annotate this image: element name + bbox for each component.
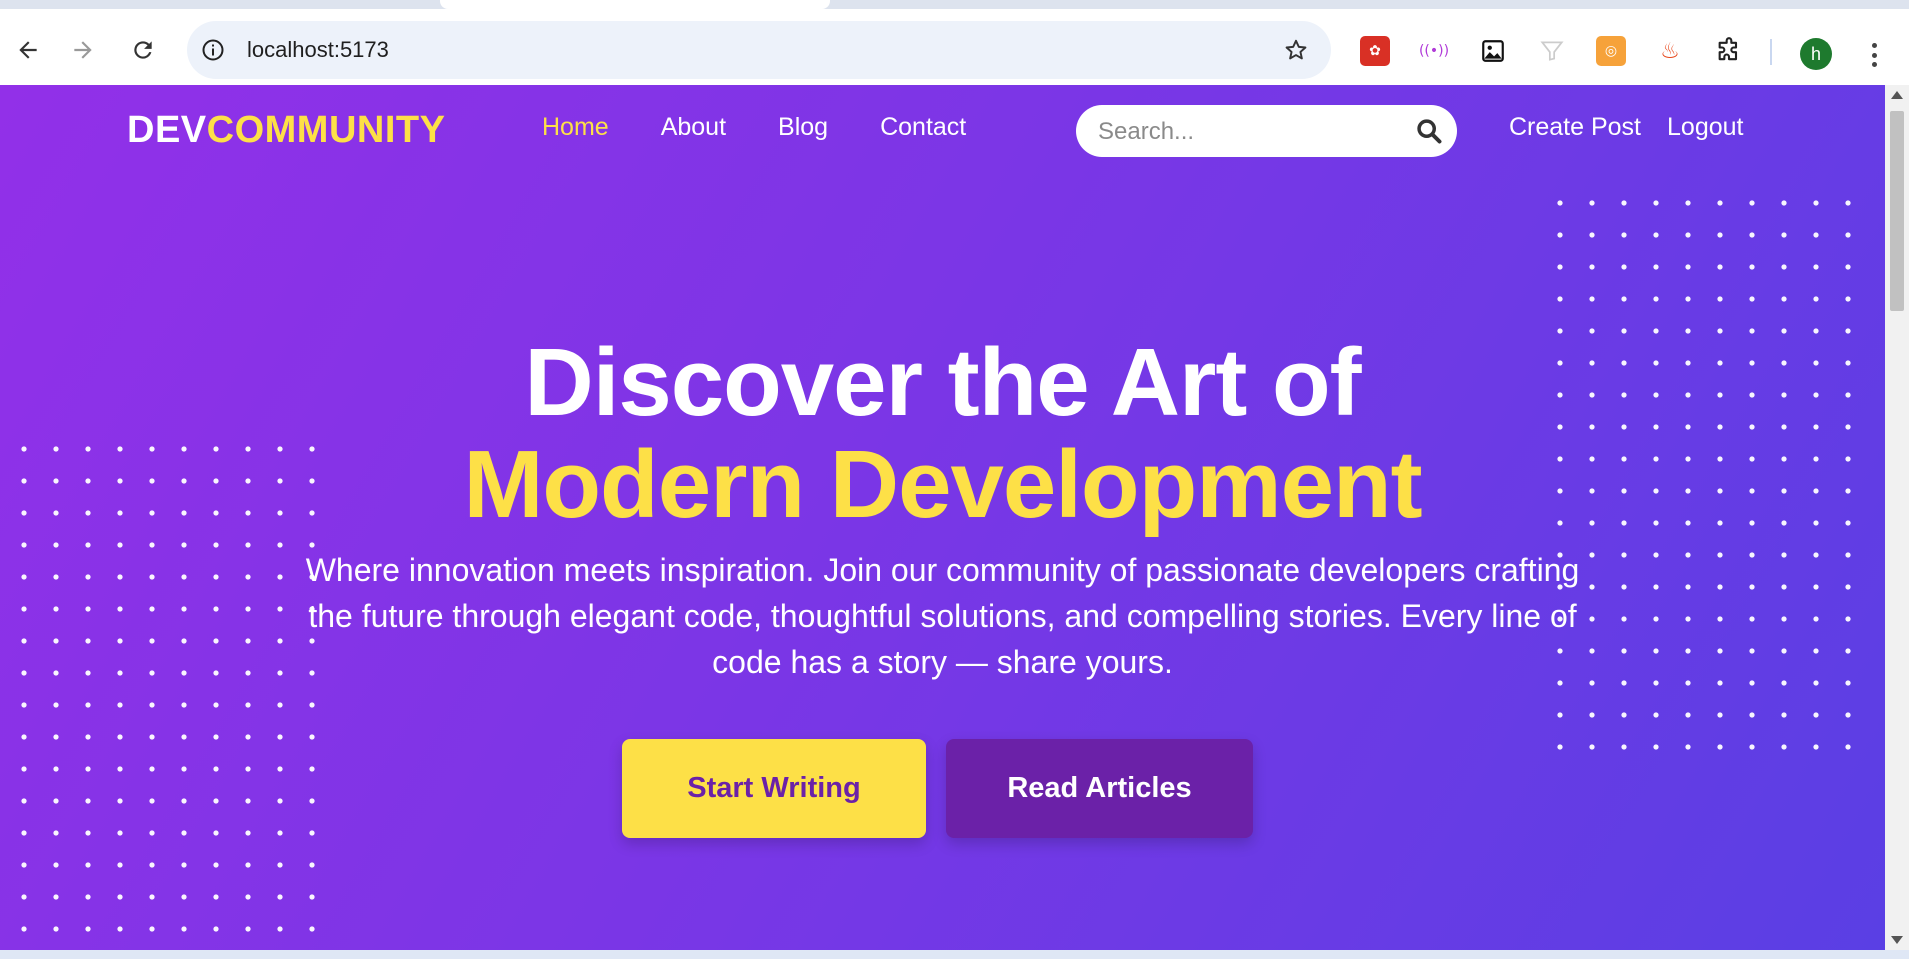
create-post-link[interactable]: Create Post: [1509, 113, 1641, 142]
logo-text-community: COMMUNITY: [206, 109, 446, 151]
search-box: [1076, 105, 1457, 157]
tab-strip: [0, 0, 1909, 9]
toolbar-divider: [1770, 39, 1772, 65]
scroll-down-arrow-icon[interactable]: [1891, 936, 1903, 944]
search-icon[interactable]: [1415, 117, 1443, 145]
arrow-left-icon: [19, 41, 37, 59]
broadcast-extension-icon[interactable]: ((•)): [1419, 36, 1449, 66]
nav-about[interactable]: About: [661, 113, 726, 142]
logout-link[interactable]: Logout: [1667, 113, 1743, 142]
paw-extension-icon[interactable]: ✿: [1360, 36, 1390, 66]
settings-extension-icon[interactable]: ◎: [1596, 36, 1626, 66]
url-text[interactable]: localhost:5173: [247, 37, 389, 63]
image-extension-icon[interactable]: [1478, 36, 1508, 66]
logo-text-dev: DEV: [127, 109, 207, 151]
back-button[interactable]: [8, 30, 48, 70]
reload-button[interactable]: [123, 30, 163, 70]
address-bar[interactable]: localhost:5173: [187, 21, 1331, 79]
reload-icon: [134, 41, 152, 59]
page-scrollbar[interactable]: [1885, 85, 1909, 950]
site-info-icon[interactable]: [201, 38, 225, 62]
active-tab[interactable]: [440, 0, 830, 9]
read-articles-button[interactable]: Read Articles: [946, 739, 1253, 838]
page-viewport: DEVCOMMUNITY Home About Blog Contact Cre…: [0, 85, 1885, 950]
scroll-up-arrow-icon[interactable]: [1891, 91, 1903, 99]
hero-title-line1: Discover the Art of: [524, 329, 1361, 436]
nav-contact[interactable]: Contact: [880, 113, 966, 142]
search-input[interactable]: [1096, 115, 1400, 149]
hero-title-line2: Modern Development: [463, 431, 1422, 538]
scrollbar-thumb[interactable]: [1890, 111, 1904, 311]
bookmark-star-icon[interactable]: [1283, 37, 1309, 63]
filter-extension-icon[interactable]: [1537, 36, 1567, 66]
puzzle-extensions-icon[interactable]: [1714, 36, 1744, 66]
main-navigation: Home About Blog Contact: [542, 113, 966, 142]
user-actions: Create Post Logout: [1509, 113, 1743, 142]
hero-subtitle: Where innovation meets inspiration. Join…: [305, 552, 1580, 680]
browser-toolbar: localhost:5173 ✿ ((•)) ◎ ♨ h: [0, 9, 1909, 85]
window-bottom-edge: [0, 950, 1909, 959]
fire-extension-icon[interactable]: ♨: [1655, 36, 1685, 66]
arrow-right-icon: [74, 41, 92, 59]
start-writing-button[interactable]: Start Writing: [622, 739, 926, 838]
nav-blog[interactable]: Blog: [778, 113, 828, 142]
browser-menu-button[interactable]: [1862, 39, 1886, 71]
profile-avatar[interactable]: h: [1800, 38, 1832, 70]
nav-home[interactable]: Home: [542, 113, 609, 142]
forward-button[interactable]: [63, 30, 103, 70]
site-logo[interactable]: DEVCOMMUNITY: [127, 109, 445, 152]
